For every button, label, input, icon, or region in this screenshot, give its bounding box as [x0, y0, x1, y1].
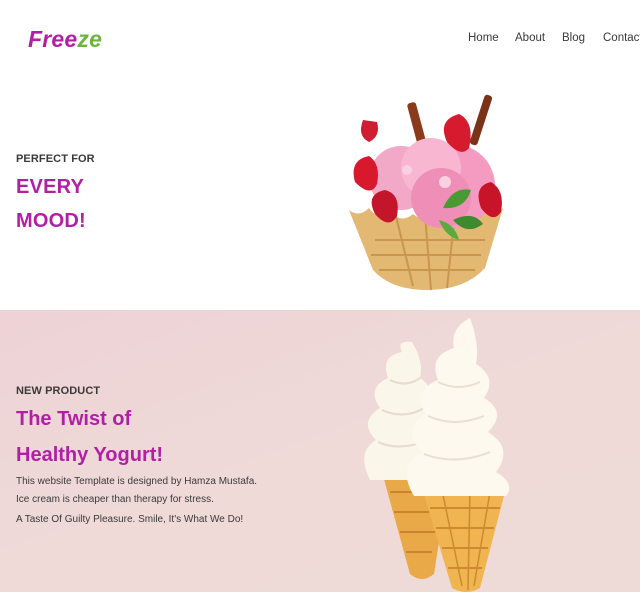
product-title-line-2: Healthy Yogurt!	[16, 444, 164, 466]
bottom-strip	[0, 592, 640, 600]
new-product-section: NEW PRODUCT The Twist of Healthy Yogurt!…	[0, 310, 640, 600]
product-eyebrow: NEW PRODUCT	[16, 385, 101, 397]
product-title-line-1: The Twist of	[16, 408, 132, 430]
header: Freeze Home About Blog Contact	[0, 0, 640, 80]
page: Freeze Home About Blog Contact PERFECT F…	[0, 0, 640, 600]
soft-serve-cones-image	[364, 318, 510, 592]
main-nav: Home About Blog Contact	[0, 32, 640, 48]
ice-cream-bowl-image	[349, 94, 503, 291]
product-description-line-3: A Taste Of Guilty Pleasure. Smile, It's …	[16, 514, 244, 525]
product-description-line-2: Ice cream is cheaper than therapy for st…	[16, 494, 214, 505]
hero-title-line-1: EVERY	[16, 176, 85, 198]
nav-about-link[interactable]: About	[515, 32, 545, 44]
hero-title-line-2: MOOD!	[16, 210, 86, 232]
product-description-line-1: This website Template is designed by Ham…	[16, 476, 258, 487]
nav-home-link[interactable]: Home	[468, 32, 499, 44]
hero-section: PERFECT FOR EVERY MOOD!	[0, 80, 640, 310]
hero-eyebrow: PERFECT FOR	[16, 153, 95, 165]
nav-contact-link[interactable]: Contact	[603, 32, 640, 44]
nav-blog-link[interactable]: Blog	[562, 32, 585, 44]
